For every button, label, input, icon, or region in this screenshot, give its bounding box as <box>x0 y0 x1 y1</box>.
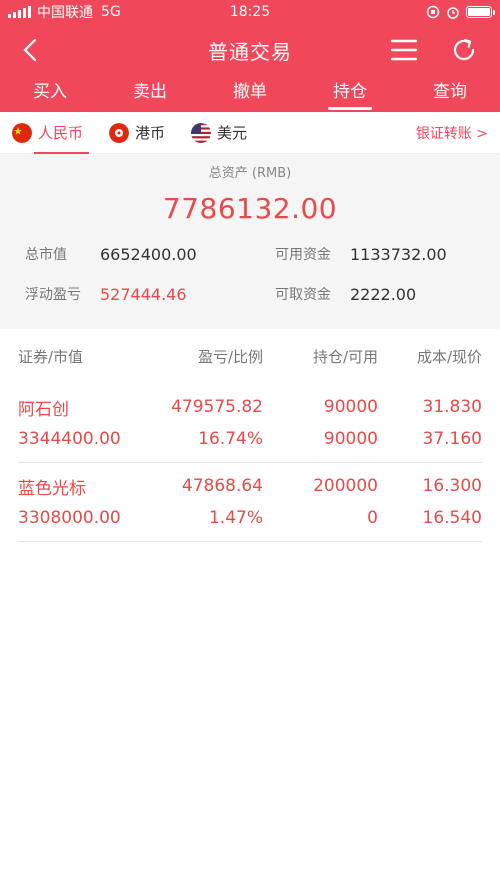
app-header: 中国联通 5G 18:25 普通交易 买入 卖出 撤单 持仓 查询 <box>0 0 500 112</box>
profit-value: 479575.82 <box>171 397 263 417</box>
available-funds-label: 可用资金 <box>275 247 331 263</box>
tab-buy[interactable]: 买入 <box>0 76 100 112</box>
header-position: 持仓/可用 <box>312 348 378 366</box>
security-market-value: 3344400.00 <box>18 429 121 449</box>
total-assets-label: 总资产 (RMB) <box>208 166 292 181</box>
back-button[interactable] <box>16 36 44 64</box>
market-value-label: 总市值 <box>25 247 67 263</box>
available-quantity: 0 <box>367 508 378 528</box>
menu-button[interactable] <box>390 36 418 64</box>
currency-usd-label: 美元 <box>217 124 248 142</box>
floating-pl: 527444.46 <box>100 284 187 304</box>
refresh-button[interactable] <box>450 36 478 64</box>
battery-icon <box>466 6 495 18</box>
cn-flag-icon <box>12 122 32 143</box>
header-cost: 成本/现价 <box>416 348 482 366</box>
currency-rmb-label: 人民币 <box>38 124 84 142</box>
currency-bar: 人民币 港币 美元 银证转账 > <box>0 112 500 154</box>
position-value: 90000 <box>323 397 378 417</box>
withdrawable-funds-label: 可取资金 <box>275 287 331 303</box>
clock: 18:25 <box>229 4 271 20</box>
table-row[interactable]: 阿石创 479575.82 90000 31.830 3344400.00 16… <box>18 384 482 463</box>
withdrawable-funds: 2222.00 <box>350 284 417 304</box>
page-title: 普通交易 <box>208 39 292 64</box>
status-bar: 中国联通 5G 18:25 <box>0 0 500 24</box>
hk-flag-icon <box>109 122 130 143</box>
asset-summary: 总资产 (RMB) 7786132.00 总市值 6652400.00 可用资金… <box>0 154 500 329</box>
table-row-top: 阿石创 479575.82 90000 31.830 <box>18 391 482 423</box>
header-security: 证券/市值 <box>18 348 84 366</box>
floating-pl-label: 浮动盈亏 <box>25 287 81 303</box>
menu-icon <box>391 39 417 61</box>
tab-cancel[interactable]: 撤单 <box>200 76 300 112</box>
security-market-value: 3308000.00 <box>18 508 121 528</box>
current-price: 16.540 <box>422 508 482 528</box>
currency-hkd-label: 港币 <box>135 124 166 142</box>
table-row-top: 蓝色光标 47868.64 200000 16.300 <box>18 470 482 502</box>
carrier-label: 中国联通 <box>37 5 93 21</box>
bank-transfer-link[interactable]: 银证转账 > <box>416 123 488 143</box>
tab-positions[interactable]: 持仓 <box>300 76 400 112</box>
nav-bar: 普通交易 <box>0 24 500 76</box>
available-quantity: 90000 <box>323 429 378 449</box>
holdings-table-header: 证券/市值 盈亏/比例 持仓/可用 成本/现价 <box>0 329 500 384</box>
table-row-bottom: 3344400.00 16.74% 90000 37.160 <box>18 423 482 455</box>
tab-sell[interactable]: 卖出 <box>100 76 200 112</box>
table-row-bottom: 3308000.00 1.47% 0 16.540 <box>18 502 482 534</box>
floating-pl-stat: 浮动盈亏 527444.46 <box>0 274 250 314</box>
header-profit: 盈亏/比例 <box>197 348 263 366</box>
trade-tabs: 买入 卖出 撤单 持仓 查询 <box>0 76 500 112</box>
asset-stats: 总市值 6652400.00 可用资金 1133732.00 浮动盈亏 5274… <box>0 234 500 314</box>
cost-value: 31.830 <box>422 397 482 417</box>
table-row[interactable]: 蓝色光标 47868.64 200000 16.300 3308000.00 1… <box>18 463 482 542</box>
us-flag-icon <box>191 122 212 143</box>
currency-usd[interactable]: 美元 <box>191 112 247 154</box>
network-label: 5G <box>101 4 121 20</box>
chevron-left-icon <box>23 38 37 62</box>
security-name: 阿石创 <box>18 399 69 420</box>
available-funds: 1133732.00 <box>350 244 447 264</box>
withdrawable-funds-stat: 可取资金 2222.00 <box>250 274 500 314</box>
currency-rmb[interactable]: 人民币 <box>12 112 90 154</box>
alarm-icon <box>447 7 459 19</box>
profit-value: 47868.64 <box>181 476 263 496</box>
current-price: 37.160 <box>422 429 482 449</box>
security-name: 蓝色光标 <box>18 478 86 499</box>
market-value-stat: 总市值 6652400.00 <box>0 234 250 274</box>
orientation-lock-icon <box>426 5 440 19</box>
status-left: 中国联通 5G <box>8 2 168 22</box>
signal-icon <box>8 6 31 18</box>
profit-ratio: 1.47% <box>208 508 263 528</box>
position-value: 200000 <box>313 476 378 496</box>
total-assets-value: 7786132.00 <box>162 192 338 225</box>
tab-query[interactable]: 查询 <box>400 76 500 112</box>
currency-hkd[interactable]: 港币 <box>109 112 165 154</box>
profit-ratio: 16.74% <box>198 429 263 449</box>
refresh-icon <box>453 38 475 61</box>
cost-value: 16.300 <box>422 476 482 496</box>
market-value: 6652400.00 <box>100 244 197 264</box>
available-funds-stat: 可用资金 1133732.00 <box>250 234 500 274</box>
status-right <box>332 5 495 19</box>
